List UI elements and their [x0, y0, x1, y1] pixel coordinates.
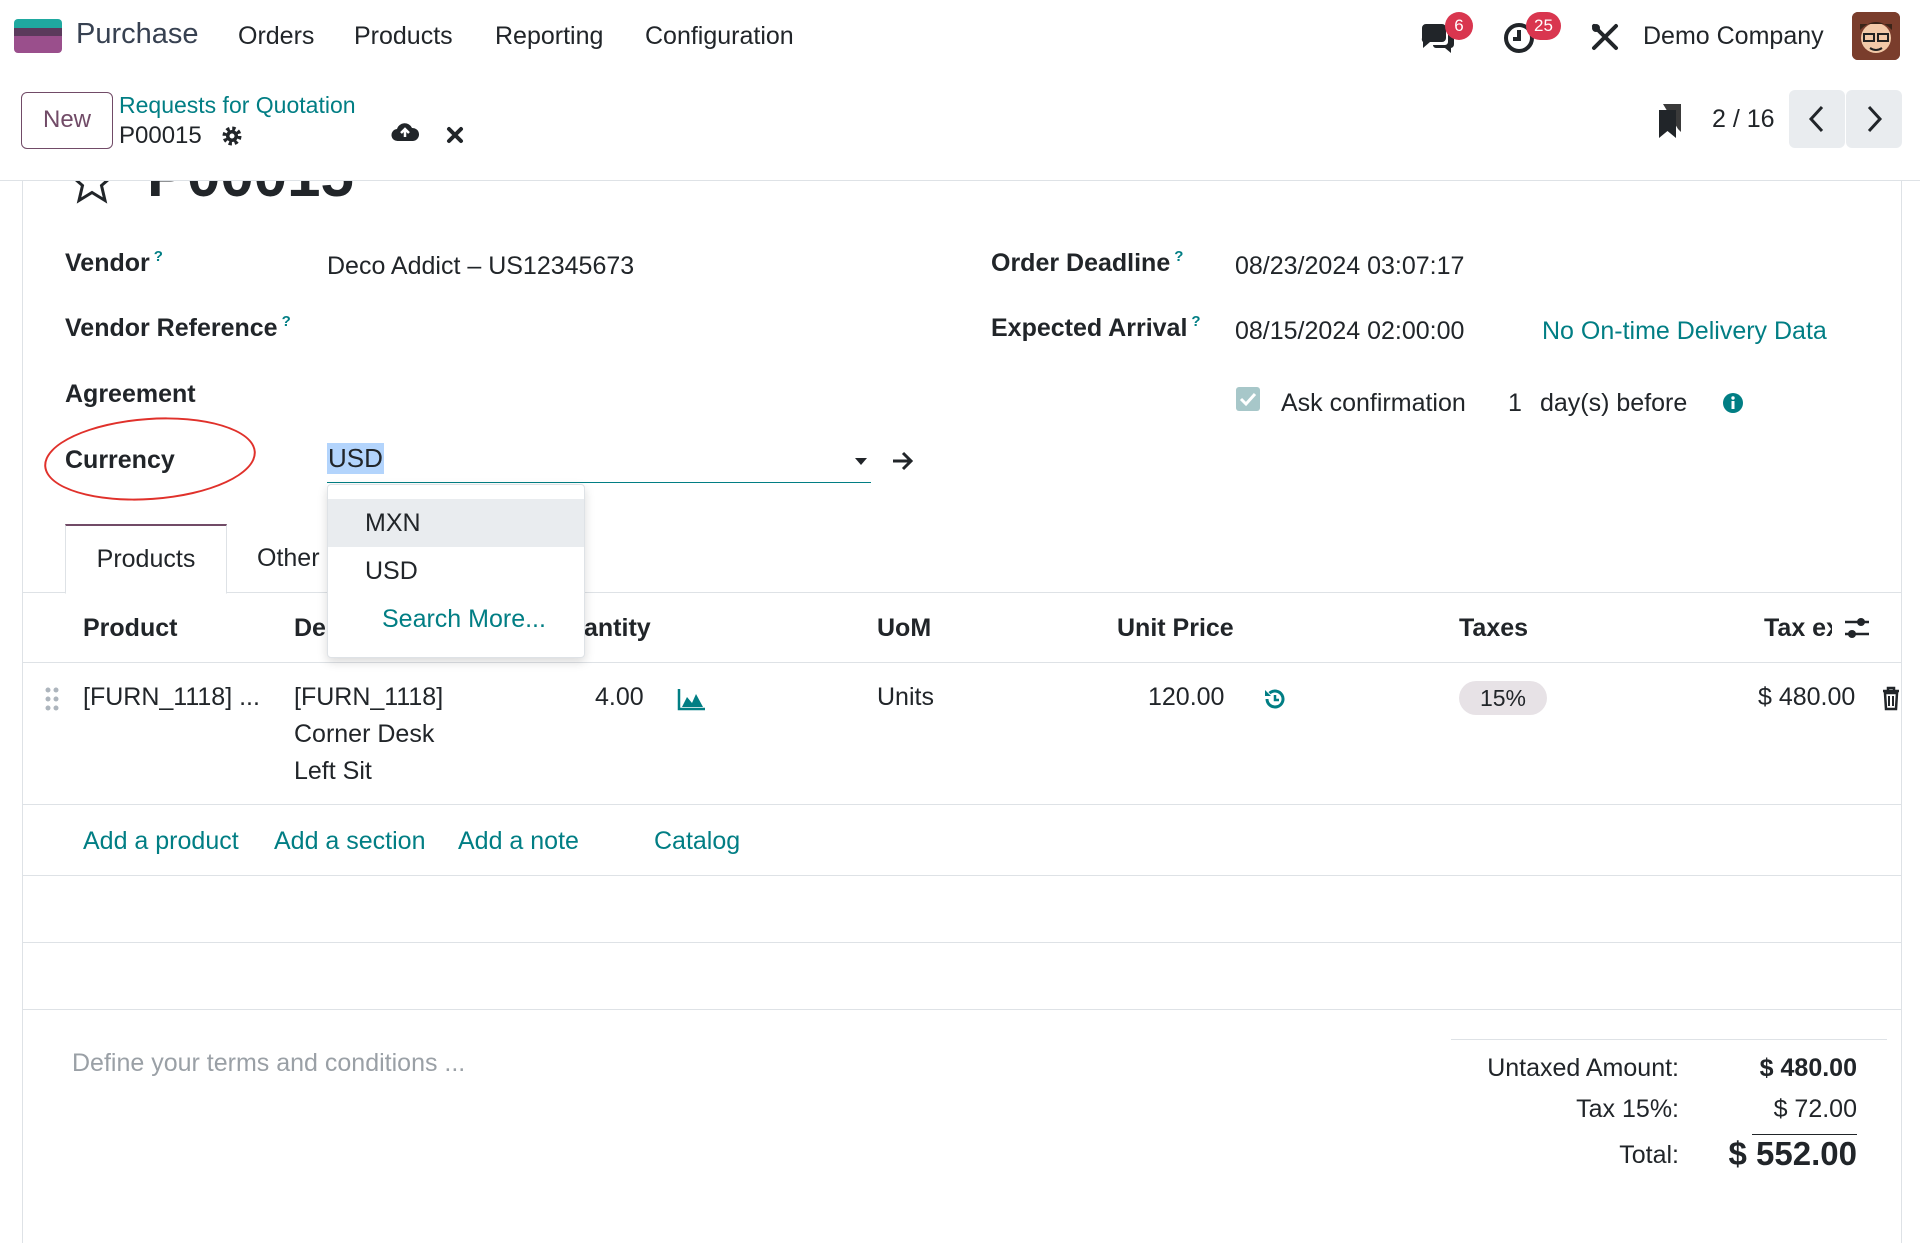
internal-link-arrow-icon[interactable] — [891, 451, 915, 471]
col-uom[interactable]: UoM — [877, 614, 931, 643]
currency-option-mxn[interactable]: MXN — [328, 499, 584, 547]
row-unit-price[interactable]: 120.00 — [1148, 683, 1224, 712]
discard-close-icon[interactable] — [446, 126, 464, 144]
order-deadline-field[interactable]: 08/23/2024 03:07:17 — [1235, 252, 1464, 281]
expected-arrival-field[interactable]: 08/15/2024 02:00:00 — [1235, 317, 1464, 346]
order-deadline-label: Order Deadline? — [991, 248, 1184, 277]
currency-search-more[interactable]: Search More... — [328, 595, 584, 643]
optional-columns-icon[interactable] — [1843, 615, 1871, 641]
add-section-link[interactable]: Add a section — [274, 827, 426, 856]
debug-tools-icon[interactable] — [1590, 22, 1620, 52]
catalog-link[interactable]: Catalog — [654, 827, 740, 856]
tabs-divider — [22, 592, 1902, 593]
tab-products[interactable]: Products — [65, 524, 227, 594]
activities-badge: 25 — [1526, 12, 1561, 40]
col-taxes[interactable]: Taxes — [1459, 614, 1528, 643]
agreement-label: Agreement — [65, 380, 196, 408]
messages-badge: 6 — [1445, 12, 1473, 40]
top-navbar: Purchase Orders Products Reporting Confi… — [0, 0, 1920, 70]
star-icon[interactable] — [68, 181, 116, 205]
user-avatar[interactable] — [1852, 12, 1900, 60]
currency-field[interactable]: USD — [327, 443, 871, 483]
col-unit-price[interactable]: Unit Price — [1117, 614, 1234, 643]
new-button[interactable]: New — [21, 92, 113, 149]
vendor-field[interactable]: Deco Addict – US12345673 — [327, 252, 634, 281]
vendor-reference-label: Vendor Reference? — [65, 313, 291, 342]
app-name[interactable]: Purchase — [76, 18, 199, 51]
row-product[interactable]: [FURN_1118] ... — [83, 683, 260, 712]
company-switcher[interactable]: Demo Company — [1643, 22, 1824, 51]
col-tax-excluded[interactable]: Tax ex — [1764, 614, 1832, 643]
row-uom[interactable]: Units — [877, 683, 934, 712]
currency-input-value[interactable]: USD — [327, 443, 384, 474]
empty-row-divider-2 — [22, 1009, 1902, 1010]
vendor-label: Vendor? — [65, 248, 163, 277]
col-description[interactable]: De — [294, 614, 326, 643]
bookmark-icon[interactable] — [1657, 104, 1683, 140]
currency-dropdown-menu: MXN USD Search More... — [327, 484, 585, 658]
row-quantity[interactable]: 4.00 — [595, 683, 644, 712]
header-divider — [22, 662, 1902, 663]
ontime-delivery-link[interactable]: No On-time Delivery Data — [1542, 317, 1827, 346]
col-quantity[interactable]: antity — [584, 614, 651, 643]
menu-products[interactable]: Products — [354, 22, 453, 51]
tab-other[interactable]: Other — [257, 544, 320, 573]
menu-orders[interactable]: Orders — [238, 22, 314, 51]
delete-trash-icon[interactable] — [1881, 685, 1901, 711]
untaxed-amount-label: Untaxed Amount: — [1487, 1054, 1679, 1082]
record-title: P00015 — [147, 181, 354, 210]
row-subtotal: $ 480.00 — [1758, 683, 1856, 711]
save-cloud-icon[interactable] — [391, 121, 419, 143]
row-tax-badge[interactable]: 15% — [1459, 681, 1547, 715]
drag-handle-icon[interactable] — [44, 686, 60, 712]
days-before-label: day(s) before — [1540, 389, 1688, 417]
breadcrumb-current: P00015 — [119, 122, 202, 149]
pager-value[interactable]: 2 / 16 — [1712, 105, 1775, 134]
breadcrumb-parent[interactable]: Requests for Quotation — [119, 92, 356, 119]
caret-down-icon[interactable] — [854, 456, 868, 466]
total-value: $ 552.00 — [1728, 1135, 1857, 1172]
col-product[interactable]: Product — [83, 614, 177, 643]
info-icon[interactable] — [1722, 392, 1744, 414]
row-desc-line1[interactable]: [FURN_1118] — [294, 683, 443, 712]
app-logo-icon[interactable] — [14, 19, 62, 53]
currency-option-usd[interactable]: USD — [328, 547, 584, 595]
pager-previous-button[interactable] — [1789, 90, 1845, 148]
row-desc-line3[interactable]: Left Sit — [294, 757, 372, 786]
forecast-chart-icon[interactable] — [677, 687, 707, 711]
untaxed-amount-value: $ 480.00 — [1759, 1054, 1857, 1082]
terms-conditions-field[interactable]: Define your terms and conditions ... — [72, 1049, 465, 1078]
gear-icon[interactable] — [220, 124, 244, 148]
ask-confirmation-label: Ask confirmation — [1281, 389, 1466, 417]
price-history-icon[interactable] — [1263, 687, 1287, 711]
menu-configuration[interactable]: Configuration — [645, 22, 794, 51]
ask-confirmation-checkbox[interactable] — [1236, 387, 1260, 411]
tax-label: Tax 15%: — [1576, 1095, 1679, 1123]
add-product-link[interactable]: Add a product — [83, 827, 239, 856]
actions-divider — [22, 875, 1902, 876]
menu-reporting[interactable]: Reporting — [495, 22, 603, 51]
tax-value: $ 72.00 — [1773, 1095, 1857, 1123]
title-clip: P00015 — [22, 181, 1902, 221]
add-note-link[interactable]: Add a note — [458, 827, 579, 856]
pager-next-button[interactable] — [1846, 90, 1902, 148]
row-divider — [22, 804, 1902, 805]
ask-confirmation-days-field[interactable]: 1 — [1508, 389, 1522, 418]
total-label: Total: — [1619, 1141, 1679, 1169]
empty-row-divider-1 — [22, 942, 1902, 943]
expected-arrival-label: Expected Arrival? — [991, 313, 1201, 342]
totals-divider — [1451, 1039, 1887, 1040]
row-desc-line2[interactable]: Corner Desk — [294, 720, 434, 749]
